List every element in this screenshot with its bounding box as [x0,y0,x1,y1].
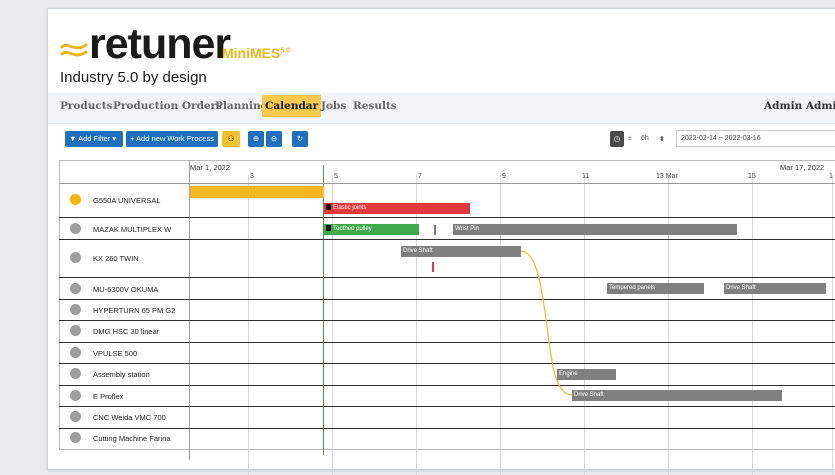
machine-status-dot [70,223,81,234]
machine-status-dot [70,304,81,315]
brand-name: retuner [89,20,231,68]
machine-status-dot [70,411,81,422]
nav-calendar[interactable]: Calendar [262,95,322,117]
machine-status-dot [70,252,81,263]
row-divider [59,342,835,343]
gridline [668,175,669,475]
tick-label: 5 [334,173,338,180]
machine-name[interactable]: G550A UNIVERSAL [93,196,161,205]
task-bar-label: Elastic joints [333,205,367,211]
machine-status-dot [70,368,81,379]
machine-status-dot [70,283,81,294]
product-name-text: MiniMES [222,45,281,61]
add-filter-button[interactable]: ▼ Add Filter ▾ [65,131,123,147]
tick-label: 11 [582,173,590,180]
machine-status-dot [70,390,81,401]
gridline [500,175,501,475]
row-divider [59,320,835,321]
task-bar[interactable]: Elastic joints [324,203,470,214]
task-bar[interactable]: Tempered panels [607,283,704,294]
tick-label: 13 Mar [656,173,678,180]
row-divider [59,299,835,300]
machine-status-dot [70,432,81,443]
machine-status-dot [70,325,81,336]
step-sign: ± [628,135,632,142]
timeline-start-date: Mar 1, 2022 [190,163,231,172]
nav-planning[interactable]: Planning [215,100,268,112]
header-divider [59,183,835,184]
timer-icon[interactable]: ◷ [610,131,624,147]
filter-icon: ▼ [69,134,77,143]
dependency-arrow [520,250,574,396]
row-divider [59,428,835,429]
gridline [248,175,249,475]
user-menu[interactable]: Admin Admin [764,100,835,112]
task-bar[interactable]: Wrist Pin [453,224,737,235]
machine-name[interactable]: KX 260 TWIN [93,254,139,263]
lock-icon [326,204,331,211]
machine-status-dot [70,347,81,358]
gridline [752,175,753,475]
task-bar[interactable]: Drive Shaft [724,283,826,294]
tagline: Industry 5.0 by design [60,69,207,86]
machine-name[interactable]: VPULSE 500 [93,349,137,358]
task-bar-label: Toothed pulley [333,226,372,232]
tick-label: 3 [250,173,254,180]
task-bar[interactable] [190,186,324,198]
timeline-end-date: Mar 17, 2022 [780,163,825,172]
machine-name[interactable]: MAZAK MULTIPLEX W [93,225,171,234]
product-version: 5.0 [280,47,291,55]
machine-name[interactable]: HYPERTURN 65 PM G2 [93,306,175,315]
gridline [832,175,833,475]
task-bar[interactable]: Toothed pulley [324,224,419,235]
retuner-logo-icon [60,43,88,57]
main-navbar: Products Production Orders Planning Cale… [48,93,835,124]
nav-results[interactable]: Results [353,100,397,112]
row-divider [59,406,835,407]
machine-name[interactable]: Assembly station [93,370,150,379]
row-divider [59,217,835,218]
add-work-process-button[interactable]: + Add new Work Process [126,131,218,147]
machine-name[interactable]: CNC Weida VMC 700 [93,413,166,422]
machine-status-dot [70,194,81,205]
tick-label: 7 [418,173,422,180]
row-divider [59,239,835,240]
product-name: MiniMES5.0 [222,45,290,61]
step-select[interactable]: 6h [641,135,649,142]
hierarchy-icon[interactable]: ⚇ [222,131,240,147]
nav-jobs[interactable]: Jobs [321,100,346,112]
machine-name[interactable]: DMG HSC 30 linear [93,327,159,336]
task-marker[interactable] [432,262,434,272]
task-marker[interactable] [434,225,436,235]
zoom-out-icon[interactable]: ⊖ [266,131,282,147]
gridline [332,175,333,475]
caret-down-icon: ▾ [112,134,117,143]
gridline-start [189,160,190,460]
add-filter-label: Add Filter [78,134,111,143]
row-divider [59,385,835,386]
zoom-in-icon[interactable]: ⊕ [248,131,264,147]
nav-production-orders[interactable]: Production Orders [113,100,222,112]
tick-label: 9 [502,173,506,180]
refresh-icon[interactable]: ↻ [292,131,308,147]
tick-label: 1 [829,173,833,180]
date-range-input[interactable]: 2022-02-14 ~ 2022-03-16 [676,130,835,147]
tick-label: 15 [748,173,756,180]
gridline [416,175,417,475]
lock-icon [326,225,331,232]
row-divider [59,363,835,364]
task-bar[interactable]: Drive Shaft [572,390,782,401]
nav-products[interactable]: Products [60,100,113,112]
task-bar[interactable]: Drive Shaft [401,246,521,257]
machine-name[interactable]: MU-6300V OKUMA [93,285,158,294]
row-divider [59,277,835,278]
step-select-arrows-icon[interactable]: ⬍ [659,135,665,143]
machine-name[interactable]: E Proflex [93,392,123,401]
